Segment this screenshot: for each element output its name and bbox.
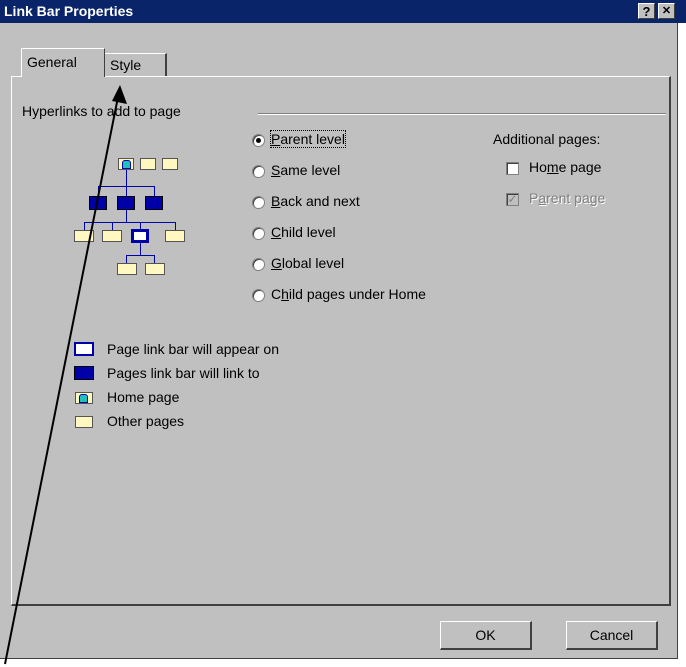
annotation-arrow — [4, 85, 127, 665]
tab-general[interactable]: General — [21, 48, 105, 77]
